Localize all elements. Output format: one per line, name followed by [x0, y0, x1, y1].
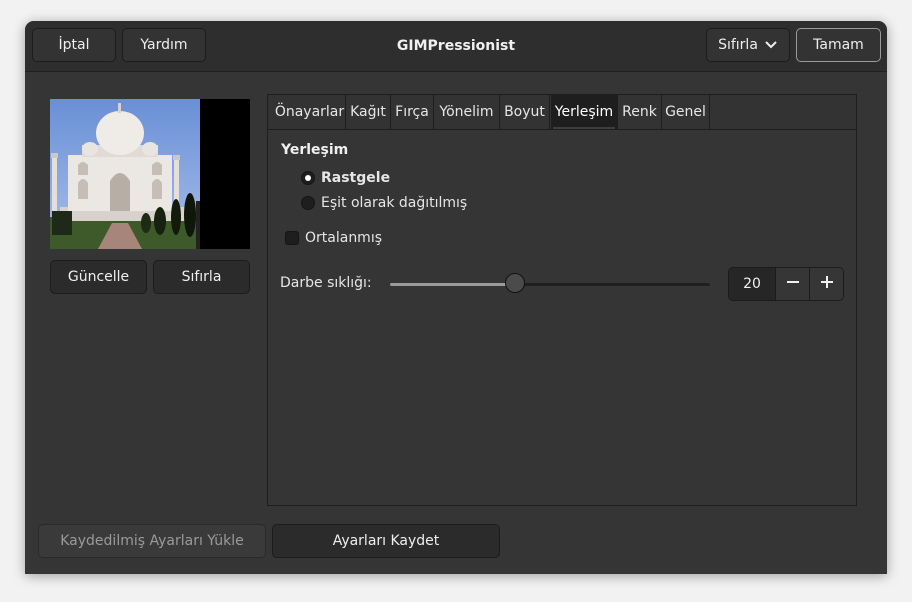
gimpressionist-dialog: İptal Yardım GIMPressionist Sıfırla Tama…	[25, 21, 887, 574]
decrease-button[interactable]	[775, 268, 810, 300]
tab-presets[interactable]: Önayarlar	[274, 95, 346, 129]
radio-random[interactable]: Rastgele	[301, 170, 390, 186]
ok-button[interactable]: Tamam	[796, 28, 881, 62]
chevron-down-icon	[764, 40, 778, 50]
tab-brush[interactable]: Fırça	[391, 95, 434, 129]
radio-evenly-distributed[interactable]: Eşit olarak dağıtılmış	[301, 195, 467, 211]
centered-label: Ortalanmış	[305, 230, 383, 246]
reset-dropdown-button[interactable]: Sıfırla	[706, 28, 790, 62]
centered-checkbox-row[interactable]: Ortalanmış	[285, 230, 382, 246]
help-button[interactable]: Yardım	[122, 28, 206, 62]
cancel-button[interactable]: İptal	[32, 28, 116, 62]
tab-general[interactable]: Genel	[662, 95, 710, 129]
save-settings-button[interactable]: Ayarları Kaydet	[272, 524, 500, 558]
stroke-density-value[interactable]: 20	[729, 268, 775, 300]
tab-orientation[interactable]: Yönelim	[434, 95, 500, 129]
update-preview-button[interactable]: Güncelle	[50, 260, 147, 294]
placement-section-title: Yerleşim	[281, 142, 349, 158]
tab-color[interactable]: Renk	[618, 95, 662, 129]
minus-icon	[786, 275, 800, 293]
radio-random-label: Rastgele	[321, 170, 391, 186]
preview-image	[50, 99, 250, 249]
centered-checkbox[interactable]	[285, 231, 299, 245]
radio-random-indicator[interactable]	[301, 171, 315, 185]
tab-placement[interactable]: Yerleşim	[551, 95, 618, 129]
radio-evenly-indicator[interactable]	[301, 196, 315, 210]
tab-size[interactable]: Boyut	[500, 95, 550, 129]
reset-preview-button[interactable]: Sıfırla	[153, 260, 250, 294]
stroke-density-slider-fill	[390, 283, 515, 286]
increase-button[interactable]	[809, 268, 843, 300]
tab-bar: Önayarlar Kağıt Fırça Yönelim Boyut Yerl…	[268, 95, 856, 130]
reset-dropdown-label: Sıfırla	[718, 37, 758, 53]
plus-icon	[820, 275, 834, 293]
stroke-density-label: Darbe sıklığı:	[280, 275, 372, 291]
header-bar: İptal Yardım GIMPressionist Sıfırla Tama…	[25, 21, 887, 72]
settings-notebook: Önayarlar Kağıt Fırça Yönelim Boyut Yerl…	[267, 94, 857, 506]
radio-evenly-label: Eşit olarak dağıtılmış	[321, 195, 468, 211]
stroke-density-slider[interactable]	[390, 283, 710, 286]
tab-paper[interactable]: Kağıt	[346, 95, 391, 129]
stroke-density-spinbutton[interactable]: 20	[728, 267, 844, 301]
stroke-density-slider-handle[interactable]	[504, 273, 525, 293]
load-saved-settings-button[interactable]: Kaydedilmiş Ayarları Yükle	[38, 524, 266, 558]
